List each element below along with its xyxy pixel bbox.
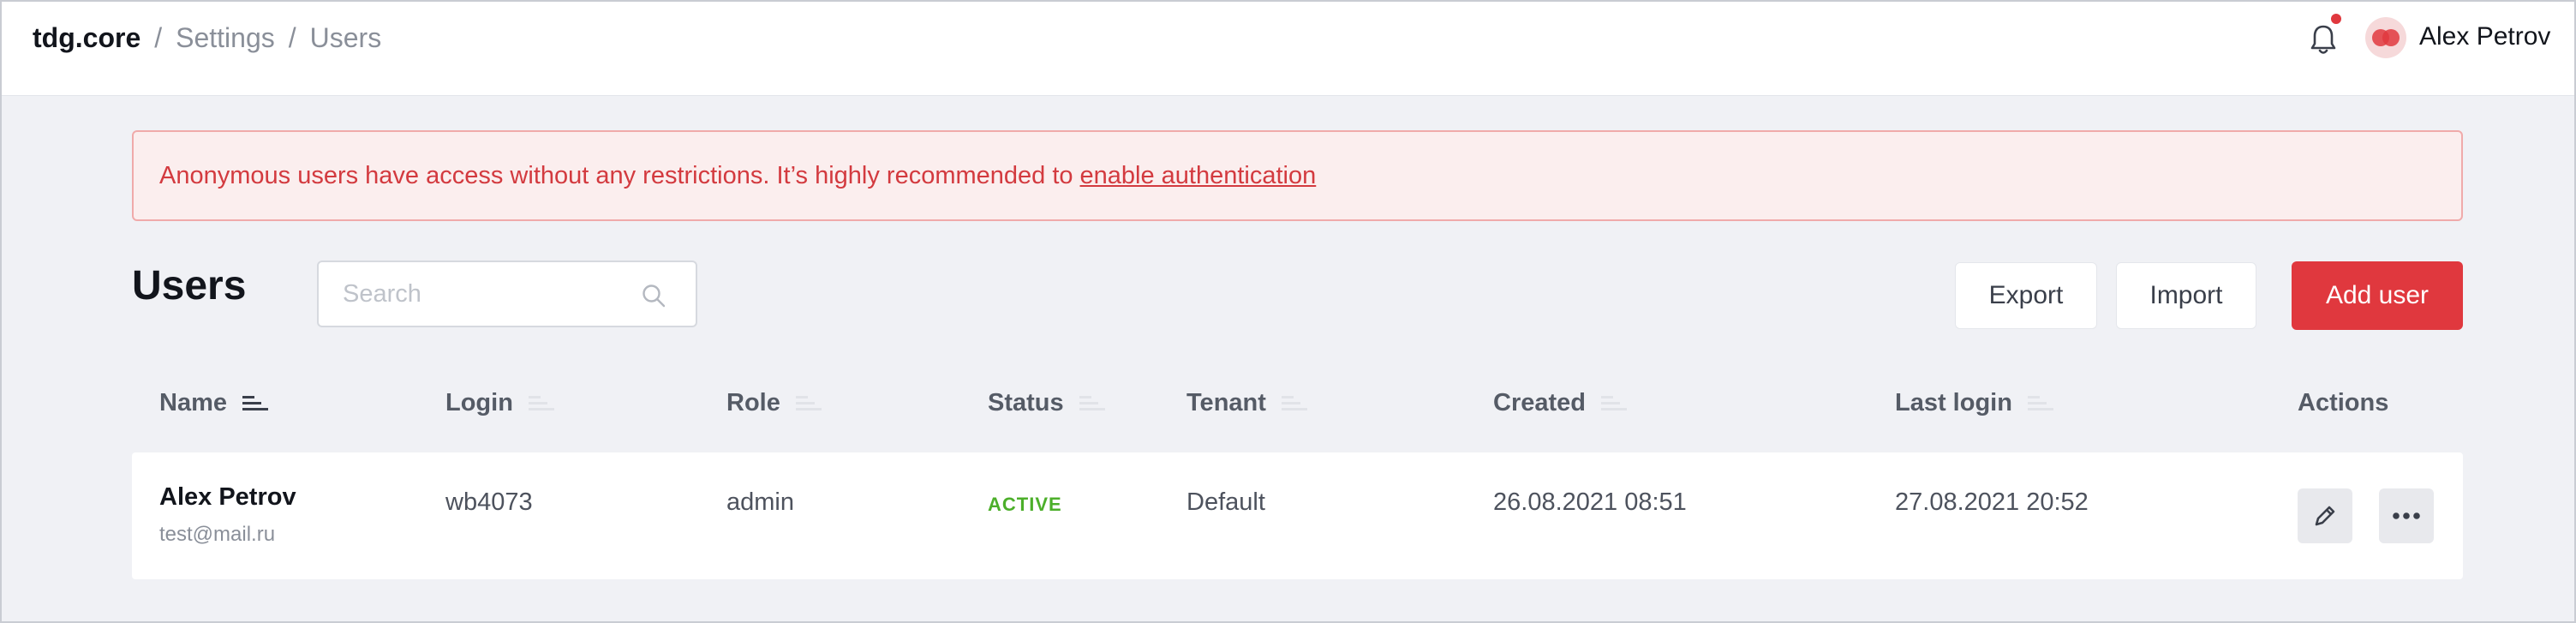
sort-icon[interactable]	[795, 394, 823, 413]
search-box	[317, 261, 697, 327]
sort-icon[interactable]	[1281, 394, 1309, 413]
column-header-label: Name	[159, 389, 227, 416]
created-cell: 26.08.2021 08:51	[1493, 488, 1687, 516]
sort-icon[interactable]	[1079, 394, 1107, 413]
column-header-label: Actions	[2298, 389, 2389, 416]
avatar-icon[interactable]	[2365, 17, 2406, 58]
import-button[interactable]: Import	[2116, 262, 2256, 329]
user-name[interactable]: Alex Petrov	[2419, 22, 2550, 51]
column-header-created[interactable]: Created	[1493, 389, 1629, 417]
search-icon[interactable]	[641, 283, 666, 309]
column-header-label: Role	[726, 389, 780, 416]
column-header-status[interactable]: Status	[988, 389, 1107, 417]
page-title: Users	[132, 263, 247, 309]
more-icon	[2393, 512, 2420, 519]
enable-authentication-link[interactable]: enable authentication	[1080, 162, 1317, 190]
column-header-name[interactable]: Name	[159, 389, 270, 417]
column-header-role[interactable]: Role	[726, 389, 823, 417]
column-header-label: Created	[1493, 389, 1586, 416]
auth-warning-alert: Anonymous users have access without any …	[132, 130, 2463, 221]
sort-icon[interactable]	[2027, 394, 2055, 413]
search-input[interactable]	[343, 262, 634, 326]
breadcrumb-users: Users	[309, 22, 382, 53]
alert-message: Anonymous users have access without any …	[159, 161, 1073, 189]
role-cell: admin	[726, 488, 794, 516]
user-email-cell: test@mail.ru	[159, 523, 276, 546]
column-header-label: Tenant	[1186, 389, 1266, 416]
pencil-icon	[2315, 506, 2335, 526]
column-header-label: Last login	[1895, 389, 2012, 416]
last-login-cell: 27.08.2021 20:52	[1895, 488, 2089, 516]
sort-icon[interactable]	[242, 394, 270, 413]
sort-icon[interactable]	[1601, 394, 1629, 413]
column-header-label: Status	[988, 389, 1064, 416]
add-user-button[interactable]: Add user	[2292, 261, 2463, 330]
column-header-actions: Actions	[2298, 389, 2388, 417]
user-name-cell[interactable]: Alex Petrov	[159, 483, 296, 512]
breadcrumb: tdg.core / Settings / Users	[33, 22, 381, 54]
status-badge: ACTIVE	[988, 494, 1062, 515]
breadcrumb-root[interactable]: tdg.core	[33, 22, 140, 54]
sort-icon[interactable]	[528, 394, 556, 413]
top-bar: tdg.core / Settings / Users Alex Petrov	[0, 0, 2576, 96]
column-header-label: Login	[445, 389, 513, 416]
export-button[interactable]: Export	[1955, 262, 2097, 329]
notification-dot	[2331, 14, 2341, 24]
column-header-last-login[interactable]: Last login	[1895, 389, 2055, 417]
column-header-tenant[interactable]: Tenant	[1186, 389, 1309, 417]
breadcrumb-settings[interactable]: Settings	[176, 22, 275, 54]
more-actions-button[interactable]	[2379, 488, 2434, 543]
breadcrumb-separator: /	[288, 22, 296, 53]
bell-icon[interactable]	[2308, 22, 2339, 57]
tenant-cell: Default	[1186, 488, 1265, 516]
column-header-login[interactable]: Login	[445, 389, 556, 417]
login-cell: wb4073	[445, 488, 533, 516]
breadcrumb-separator: /	[154, 22, 163, 53]
edit-user-button[interactable]	[2298, 488, 2352, 543]
